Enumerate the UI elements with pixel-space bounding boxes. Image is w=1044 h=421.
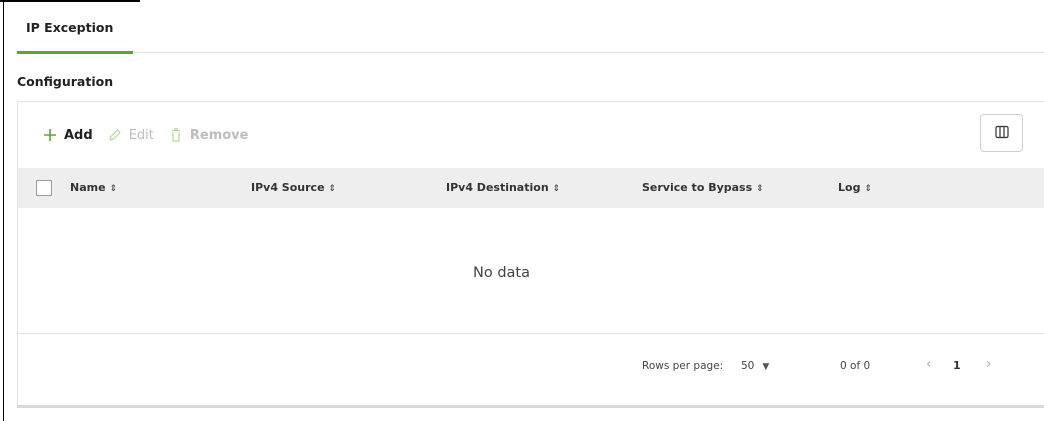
table-body: No data bbox=[18, 208, 1044, 334]
sort-icon: ⇕ bbox=[864, 184, 872, 194]
sort-icon: ⇕ bbox=[552, 184, 561, 194]
empty-state-text: No data bbox=[473, 265, 530, 281]
column-label: IPv4 Destination bbox=[446, 181, 549, 194]
page-range-text: 0 of 0 bbox=[840, 360, 871, 372]
column-header-name[interactable]: Name ⇕ bbox=[70, 181, 117, 194]
tab-label: IP Exception bbox=[26, 20, 114, 35]
current-page-number[interactable]: 1 bbox=[953, 359, 961, 372]
pagination-bar: Rows per page: 50 ▼ 0 of 0 ‹ 1 › bbox=[18, 333, 1044, 407]
chevron-left-icon[interactable]: ‹ bbox=[926, 356, 932, 372]
column-header-service-to-bypass[interactable]: Service to Bypass ⇕ bbox=[642, 181, 764, 194]
toolbar: Add Edit Remove bbox=[42, 125, 262, 145]
tab-ip-exception[interactable]: IP Exception bbox=[17, 16, 133, 54]
column-label: Name bbox=[70, 181, 106, 194]
column-header-ipv4-destination[interactable]: IPv4 Destination ⇕ bbox=[446, 181, 560, 194]
section-title: Configuration bbox=[17, 74, 114, 89]
remove-button[interactable]: Remove bbox=[168, 127, 249, 143]
chevron-right-icon[interactable]: › bbox=[986, 356, 992, 372]
column-label: Service to Bypass bbox=[642, 181, 753, 194]
sort-icon: ⇕ bbox=[109, 184, 118, 194]
edit-button[interactable]: Edit bbox=[107, 127, 154, 143]
pencil-icon bbox=[107, 127, 123, 143]
plus-icon bbox=[42, 127, 58, 143]
frame-top-border bbox=[0, 0, 140, 2]
rows-per-page-label: Rows per page: bbox=[642, 360, 724, 372]
rows-per-page-select[interactable]: 50 ▼ bbox=[741, 360, 769, 372]
active-tab-indicator bbox=[17, 51, 133, 54]
column-header-log[interactable]: Log ⇕ bbox=[838, 181, 872, 194]
sort-icon: ⇕ bbox=[756, 184, 764, 194]
columns-icon bbox=[994, 124, 1009, 143]
column-settings-button[interactable] bbox=[980, 114, 1023, 152]
remove-label: Remove bbox=[189, 127, 249, 143]
column-header-ipv4-source[interactable]: IPv4 Source ⇕ bbox=[251, 181, 336, 194]
add-label: Add bbox=[64, 127, 93, 143]
edit-label: Edit bbox=[128, 127, 154, 143]
add-button[interactable]: Add bbox=[42, 127, 93, 143]
caret-down-icon: ▼ bbox=[762, 362, 770, 372]
configuration-panel: Add Edit Remove Name⇕ IPv4 Source⇕ IPv bbox=[17, 101, 1044, 408]
rows-per-page-value: 50 bbox=[741, 360, 755, 372]
column-label: IPv4 Source bbox=[251, 181, 325, 194]
trash-icon bbox=[168, 127, 184, 143]
tab-bar: IP Exception bbox=[17, 16, 1044, 54]
table-header: Name ⇕ IPv4 Source ⇕ IPv4 Destination ⇕ Ser… bbox=[18, 168, 1044, 208]
frame-left-border bbox=[3, 0, 4, 421]
column-label: Log bbox=[838, 181, 861, 194]
select-all-checkbox[interactable] bbox=[36, 180, 52, 196]
sort-icon: ⇕ bbox=[328, 184, 337, 194]
panel-bottom-edge bbox=[17, 405, 1044, 408]
